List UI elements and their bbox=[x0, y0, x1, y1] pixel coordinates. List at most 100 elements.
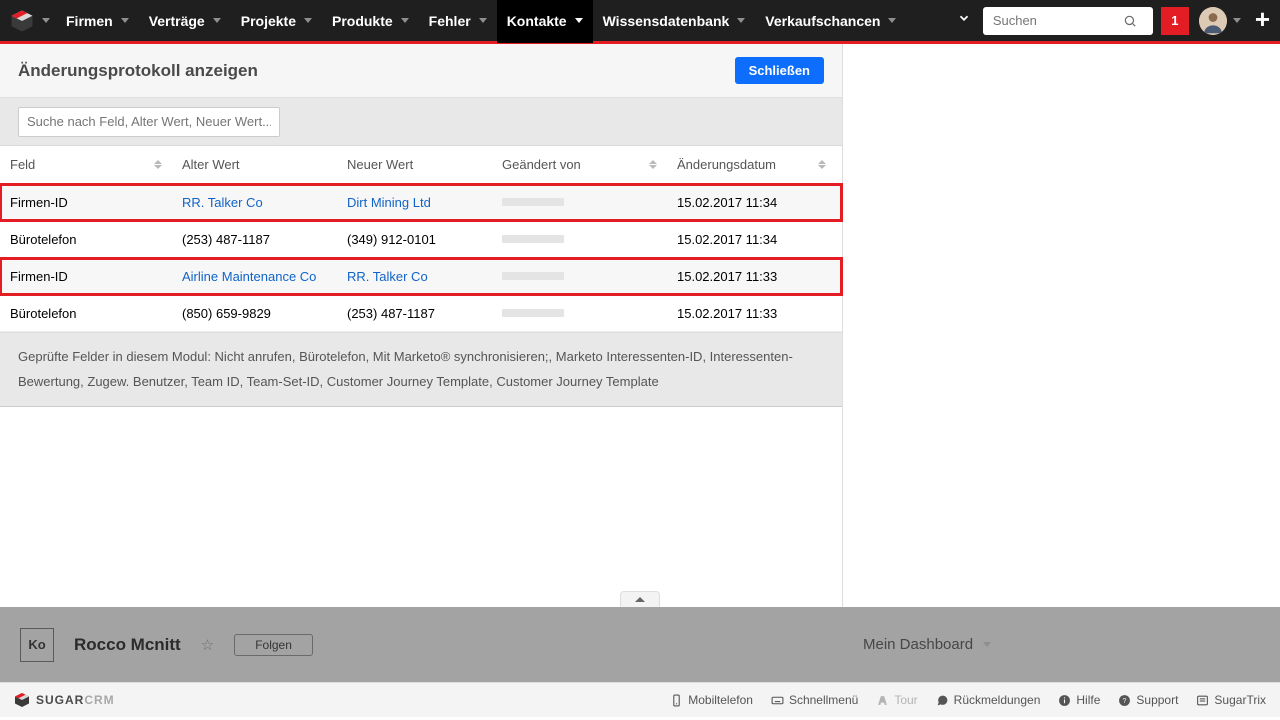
cell-value: (850) 659-9829 bbox=[182, 306, 271, 321]
table-row: Bürotelefon(253) 487-1187(349) 912-01011… bbox=[0, 221, 842, 258]
road-icon bbox=[876, 694, 889, 707]
user-menu-caret-icon[interactable] bbox=[1233, 18, 1241, 23]
close-button[interactable]: Schließen bbox=[735, 57, 824, 84]
app-logo-icon[interactable] bbox=[10, 9, 34, 33]
table-body: Firmen-ID RR. Talker Co Dirt Mining Ltd 15.… bbox=[0, 184, 842, 332]
record-header-bar: Ko Rocco Mcnitt ☆ Folgen Mein Dashboard bbox=[0, 607, 1280, 682]
nav-item-kontakte[interactable]: Kontakte bbox=[497, 0, 593, 43]
nav-item-verträge[interactable]: Verträge bbox=[139, 0, 231, 43]
follow-button[interactable]: Folgen bbox=[234, 634, 313, 656]
cell-geaendert-von bbox=[492, 272, 667, 280]
col-header-feld[interactable]: Feld bbox=[0, 157, 172, 172]
footer-link-tour[interactable]: Tour bbox=[876, 693, 917, 707]
nav-item-projekte[interactable]: Projekte bbox=[231, 0, 322, 43]
cell-value[interactable]: RR. Talker Co bbox=[347, 269, 428, 284]
col-header-neu[interactable]: Neuer Wert bbox=[337, 157, 492, 172]
cell-value: Firmen-ID bbox=[10, 269, 68, 284]
table-row: Bürotelefon(850) 659-9829(253) 487-11871… bbox=[0, 295, 842, 332]
caret-down-icon bbox=[575, 18, 583, 23]
user-avatar[interactable] bbox=[1199, 7, 1227, 35]
footer-cube-icon bbox=[14, 692, 30, 708]
record-right: Mein Dashboard bbox=[843, 636, 1280, 653]
cell-value[interactable]: Dirt Mining Ltd bbox=[347, 195, 431, 210]
cell-feld: Firmen-ID bbox=[0, 195, 172, 210]
filter-input[interactable] bbox=[18, 107, 280, 137]
table-row: Firmen-ID RR. Talker Co Dirt Mining Ltd 15.… bbox=[0, 184, 842, 221]
record-left: Ko Rocco Mcnitt ☆ Folgen bbox=[0, 628, 843, 662]
redacted-placeholder bbox=[502, 272, 564, 280]
panel-header: Änderungsprotokoll anzeigen Schließen bbox=[0, 44, 842, 98]
caret-down-icon bbox=[479, 18, 487, 23]
nav-item-firmen[interactable]: Firmen bbox=[56, 0, 139, 43]
cell-geaendert-von bbox=[492, 235, 667, 243]
nav-item-label: Verträge bbox=[149, 13, 205, 29]
cell-geaendert-von bbox=[492, 198, 667, 206]
table-header: Feld Alter Wert Neuer Wert Geändert von … bbox=[0, 146, 842, 184]
footer-link-label: Rückmeldungen bbox=[954, 693, 1041, 707]
redacted-placeholder bbox=[502, 235, 564, 243]
nav-item-verkaufschancen[interactable]: Verkaufschancen bbox=[755, 0, 906, 43]
col-label: Änderungsdatum bbox=[677, 157, 776, 172]
cell-value[interactable]: RR. Talker Co bbox=[182, 195, 263, 210]
logo-menu-caret-icon[interactable] bbox=[42, 18, 50, 23]
search-icon bbox=[1123, 14, 1137, 28]
changelog-panel: Änderungsprotokoll anzeigen Schließen Fe… bbox=[0, 44, 843, 607]
notifications-badge[interactable]: 1 bbox=[1161, 7, 1189, 35]
module-badge: Ko bbox=[20, 628, 54, 662]
dashboard-caret-icon[interactable] bbox=[983, 642, 991, 647]
footer-logo[interactable]: SUGARCRM bbox=[14, 692, 115, 708]
chevron-up-icon bbox=[635, 597, 645, 602]
cell-value: Firmen-ID bbox=[10, 195, 68, 210]
cell-value[interactable]: Airline Maintenance Co bbox=[182, 269, 316, 284]
footer-link-mobiltelefon[interactable]: Mobiltelefon bbox=[670, 693, 753, 707]
quick-create-button[interactable]: + bbox=[1255, 19, 1270, 23]
caret-down-icon bbox=[401, 18, 409, 23]
cell-alter-wert: (850) 659-9829 bbox=[172, 306, 337, 321]
sort-icon bbox=[818, 160, 826, 169]
nav-item-wissensdatenbank[interactable]: Wissensdatenbank bbox=[593, 0, 756, 43]
footer-link-label: Hilfe bbox=[1076, 693, 1100, 707]
nav-item-produkte[interactable]: Produkte bbox=[322, 0, 419, 43]
footer-link-label: Mobiltelefon bbox=[688, 693, 753, 707]
cell-neuer-wert: RR. Talker Co bbox=[337, 269, 492, 284]
nav-item-label: Produkte bbox=[332, 13, 393, 29]
cell-value: 15.02.2017 11:34 bbox=[677, 232, 777, 247]
cell-datum: 15.02.2017 11:33 bbox=[667, 306, 842, 321]
nav-item-label: Fehler bbox=[429, 13, 471, 29]
svg-text:?: ? bbox=[1123, 698, 1127, 705]
footer-bar: SUGARCRM Mobiltelefon Schnellmenü Tour Rück… bbox=[0, 682, 1280, 717]
nav-item-label: Kontakte bbox=[507, 13, 567, 29]
record-name: Rocco Mcnitt bbox=[74, 635, 181, 655]
table-row: Firmen-ID Airline Maintenance Co RR. Talke… bbox=[0, 258, 842, 295]
cell-alter-wert: RR. Talker Co bbox=[172, 195, 337, 210]
cell-datum: 15.02.2017 11:34 bbox=[667, 195, 842, 210]
footer-link-hilfe[interactable]: Hilfe bbox=[1058, 693, 1100, 707]
footer-link-label: SugarTrix bbox=[1214, 693, 1266, 707]
col-header-alt[interactable]: Alter Wert bbox=[172, 157, 337, 172]
col-header-datum[interactable]: Änderungsdatum bbox=[667, 157, 842, 172]
cell-datum: 15.02.2017 11:33 bbox=[667, 269, 842, 284]
search-input[interactable] bbox=[993, 13, 1123, 28]
nav-item-fehler[interactable]: Fehler bbox=[419, 0, 497, 43]
footer-link-sugartrix[interactable]: SugarTrix bbox=[1196, 693, 1266, 707]
dashboard-selector[interactable]: Mein Dashboard bbox=[863, 636, 973, 653]
col-label: Geändert von bbox=[502, 157, 581, 172]
nav-item-label: Projekte bbox=[241, 13, 296, 29]
expand-up-tab[interactable] bbox=[620, 591, 660, 607]
cell-geaendert-von bbox=[492, 309, 667, 317]
nav-item-label: Verkaufschancen bbox=[765, 13, 880, 29]
nav-item-label: Firmen bbox=[66, 13, 113, 29]
nav-overflow-chevron-icon[interactable] bbox=[945, 11, 983, 30]
cell-alter-wert: (253) 487-1187 bbox=[172, 232, 337, 247]
caret-down-icon bbox=[304, 18, 312, 23]
footer-brand-a: SUGAR bbox=[36, 693, 84, 707]
footer-link-support[interactable]: ?Support bbox=[1118, 693, 1178, 707]
audited-fields-note: Geprüfte Felder in diesem Modul: Nicht a… bbox=[0, 332, 842, 407]
footer-link-schnellmenü[interactable]: Schnellmenü bbox=[771, 693, 858, 707]
global-search[interactable] bbox=[983, 7, 1153, 35]
footer-links: Mobiltelefon Schnellmenü Tour Rückmeldungen… bbox=[670, 693, 1266, 707]
col-header-von[interactable]: Geändert von bbox=[492, 157, 667, 172]
footer-link-rückmeldungen[interactable]: Rückmeldungen bbox=[936, 693, 1041, 707]
caret-down-icon bbox=[737, 18, 745, 23]
favorite-star-icon[interactable]: ☆ bbox=[201, 636, 214, 654]
